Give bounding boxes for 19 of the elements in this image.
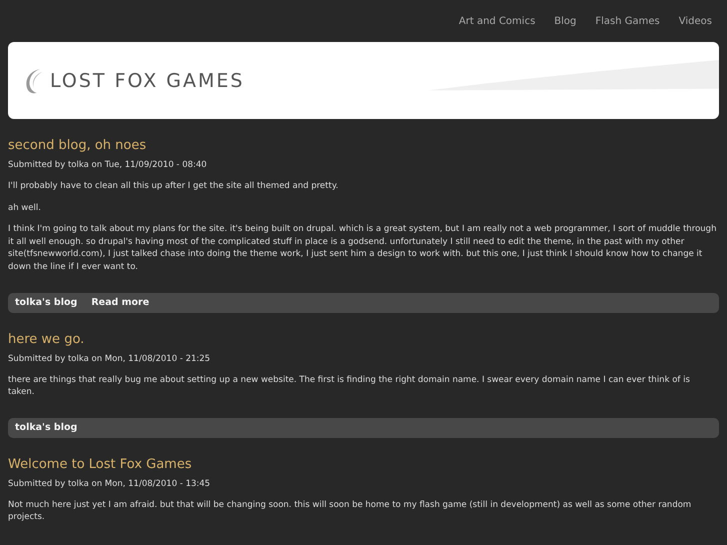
nav-link[interactable]: Art and Comics [458,16,536,26]
post-paragraph: there are things that really bug me about setting up a new website. The first is finding the right domain name. I swear every domain name I can ever think of is taken. [8,374,691,399]
post-link[interactable]: tolka's blog [15,297,78,308]
nav-link[interactable]: Videos [678,16,712,26]
post-title[interactable]: second blog, oh noes [8,137,719,155]
post-paragraph: I think I'm going to talk about my plans for the site. it's being built on drupal. which is a great system, but I am really not a web programmer, I sort of muddle through it all well enough. so drupal's having most of the complicated stuff in place is a godsend. unfortunately I still need to edit the theme, in the past with my other site(tfsnewworld.com), I just talked chase into doing the theme work, I just sent him a design to work with. but this one, I just think I should know how to change it down the line if I ever want to. [8,223,718,274]
post-paragraph: Not much here just yet I am afraid. but that will be changing soon. this will soon be home to my flash game (still in development) as well as some other random projects. [8,498,692,524]
post-meta: Submitted by tolka on Mon, 11/08/2010 - 13:45 [8,478,212,490]
site-name: LOST FOX GAMES [50,70,244,92]
post-meta: Submitted by tolka on Tue, 11/09/2010 - 08:40 [8,159,208,171]
nav-link[interactable]: Flash Games [595,16,660,26]
nav-link[interactable]: Blog [554,16,576,26]
post-link[interactable]: tolka's blog [15,422,78,434]
post-title[interactable]: Welcome to Lost Fox Games [8,456,719,474]
post-meta: Submitted by tolka on Mon, 11/08/2010 - 21:25 [8,352,212,365]
post-paragraph: I'll probably have to clean all this up after I get the site all themed and pretty. [8,180,340,193]
post-link[interactable]: Read more [91,297,150,308]
post-paragraph: ah well. [8,202,42,214]
post-title[interactable]: here we go. [8,330,719,349]
